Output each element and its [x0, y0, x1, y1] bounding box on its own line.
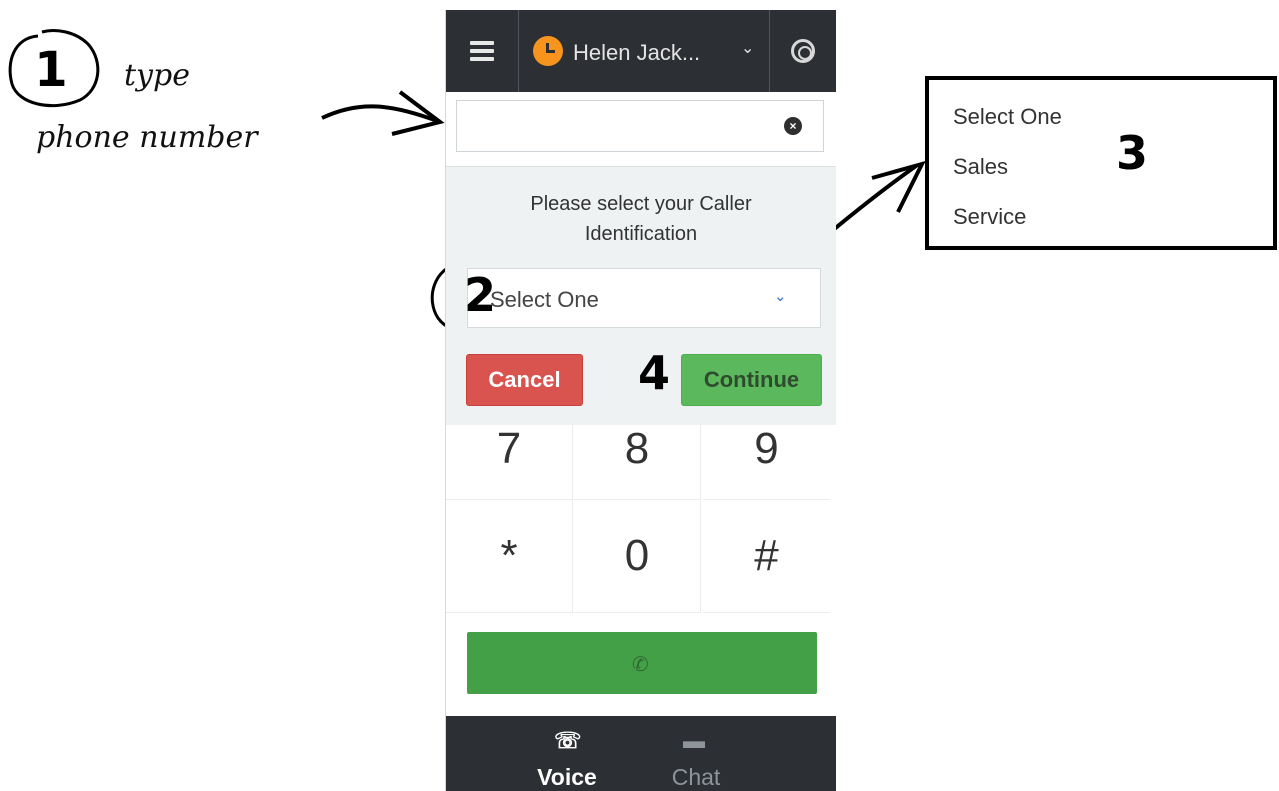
- step-1-label-line1: type: [124, 58, 190, 93]
- menu-button[interactable]: [446, 10, 518, 92]
- clock-icon: [533, 36, 563, 66]
- chat-icon: ▬: [683, 728, 705, 753]
- keypad-key-star[interactable]: *: [446, 500, 573, 613]
- caller-id-selected-value: Select One: [490, 287, 599, 312]
- tab-chat-label: Chat: [671, 764, 721, 790]
- step-1-label-line2: phone number: [36, 120, 258, 155]
- step-1-number: 1: [34, 42, 68, 98]
- tab-voice[interactable]: ☏ Voice: [512, 716, 622, 791]
- help-button[interactable]: [770, 10, 836, 92]
- tab-voice-label: Voice: [537, 764, 597, 790]
- keypad-key-0[interactable]: 0: [574, 500, 701, 613]
- top-toolbar: Helen Jack... ⌄: [446, 10, 836, 92]
- option-select-one[interactable]: Select One: [953, 104, 1062, 130]
- keypad-key-9[interactable]: 9: [703, 424, 830, 500]
- keypad-key-hash[interactable]: #: [703, 500, 830, 613]
- chevron-down-icon: ⌄: [741, 40, 755, 57]
- phone-icon: ✆: [632, 654, 649, 676]
- chevron-down-icon: ⌄: [774, 288, 787, 305]
- hamburger-icon: [470, 37, 494, 65]
- agent-status-dropdown[interactable]: Helen Jack... ⌄: [519, 10, 769, 92]
- option-sales[interactable]: Sales: [953, 154, 1008, 180]
- bottom-tab-bar: ☏ Voice ▬ Chat: [446, 716, 836, 791]
- voice-icon: ☏: [554, 728, 582, 753]
- option-service[interactable]: Service: [953, 204, 1026, 230]
- continue-button[interactable]: Continue: [681, 354, 822, 406]
- clear-icon[interactable]: ×: [784, 117, 802, 135]
- keypad-key-8[interactable]: 8: [574, 424, 701, 500]
- step-3-number: 3: [1115, 126, 1148, 180]
- caller-id-select[interactable]: Select One ⌄: [467, 268, 821, 328]
- lifebuoy-icon: [791, 39, 815, 63]
- caller-id-prompt: Please select your Caller Identification: [530, 193, 752, 245]
- caller-id-options-list: Select One Sales Service: [925, 76, 1277, 250]
- call-button[interactable]: ✆: [467, 632, 817, 694]
- agent-name: Helen Jack...: [573, 40, 701, 65]
- phone-number-input[interactable]: [456, 100, 824, 152]
- step-2-number: 2: [463, 268, 496, 322]
- dialer-widget: Helen Jack... ⌄ × Please select your Cal…: [445, 10, 836, 791]
- keypad-key-7[interactable]: 7: [446, 424, 573, 500]
- step-4-number: 4: [637, 346, 670, 400]
- cancel-button[interactable]: Cancel: [466, 354, 583, 406]
- tab-chat[interactable]: ▬ Chat: [641, 716, 751, 791]
- dial-keypad: 7 8 9 * 0 #: [446, 424, 834, 614]
